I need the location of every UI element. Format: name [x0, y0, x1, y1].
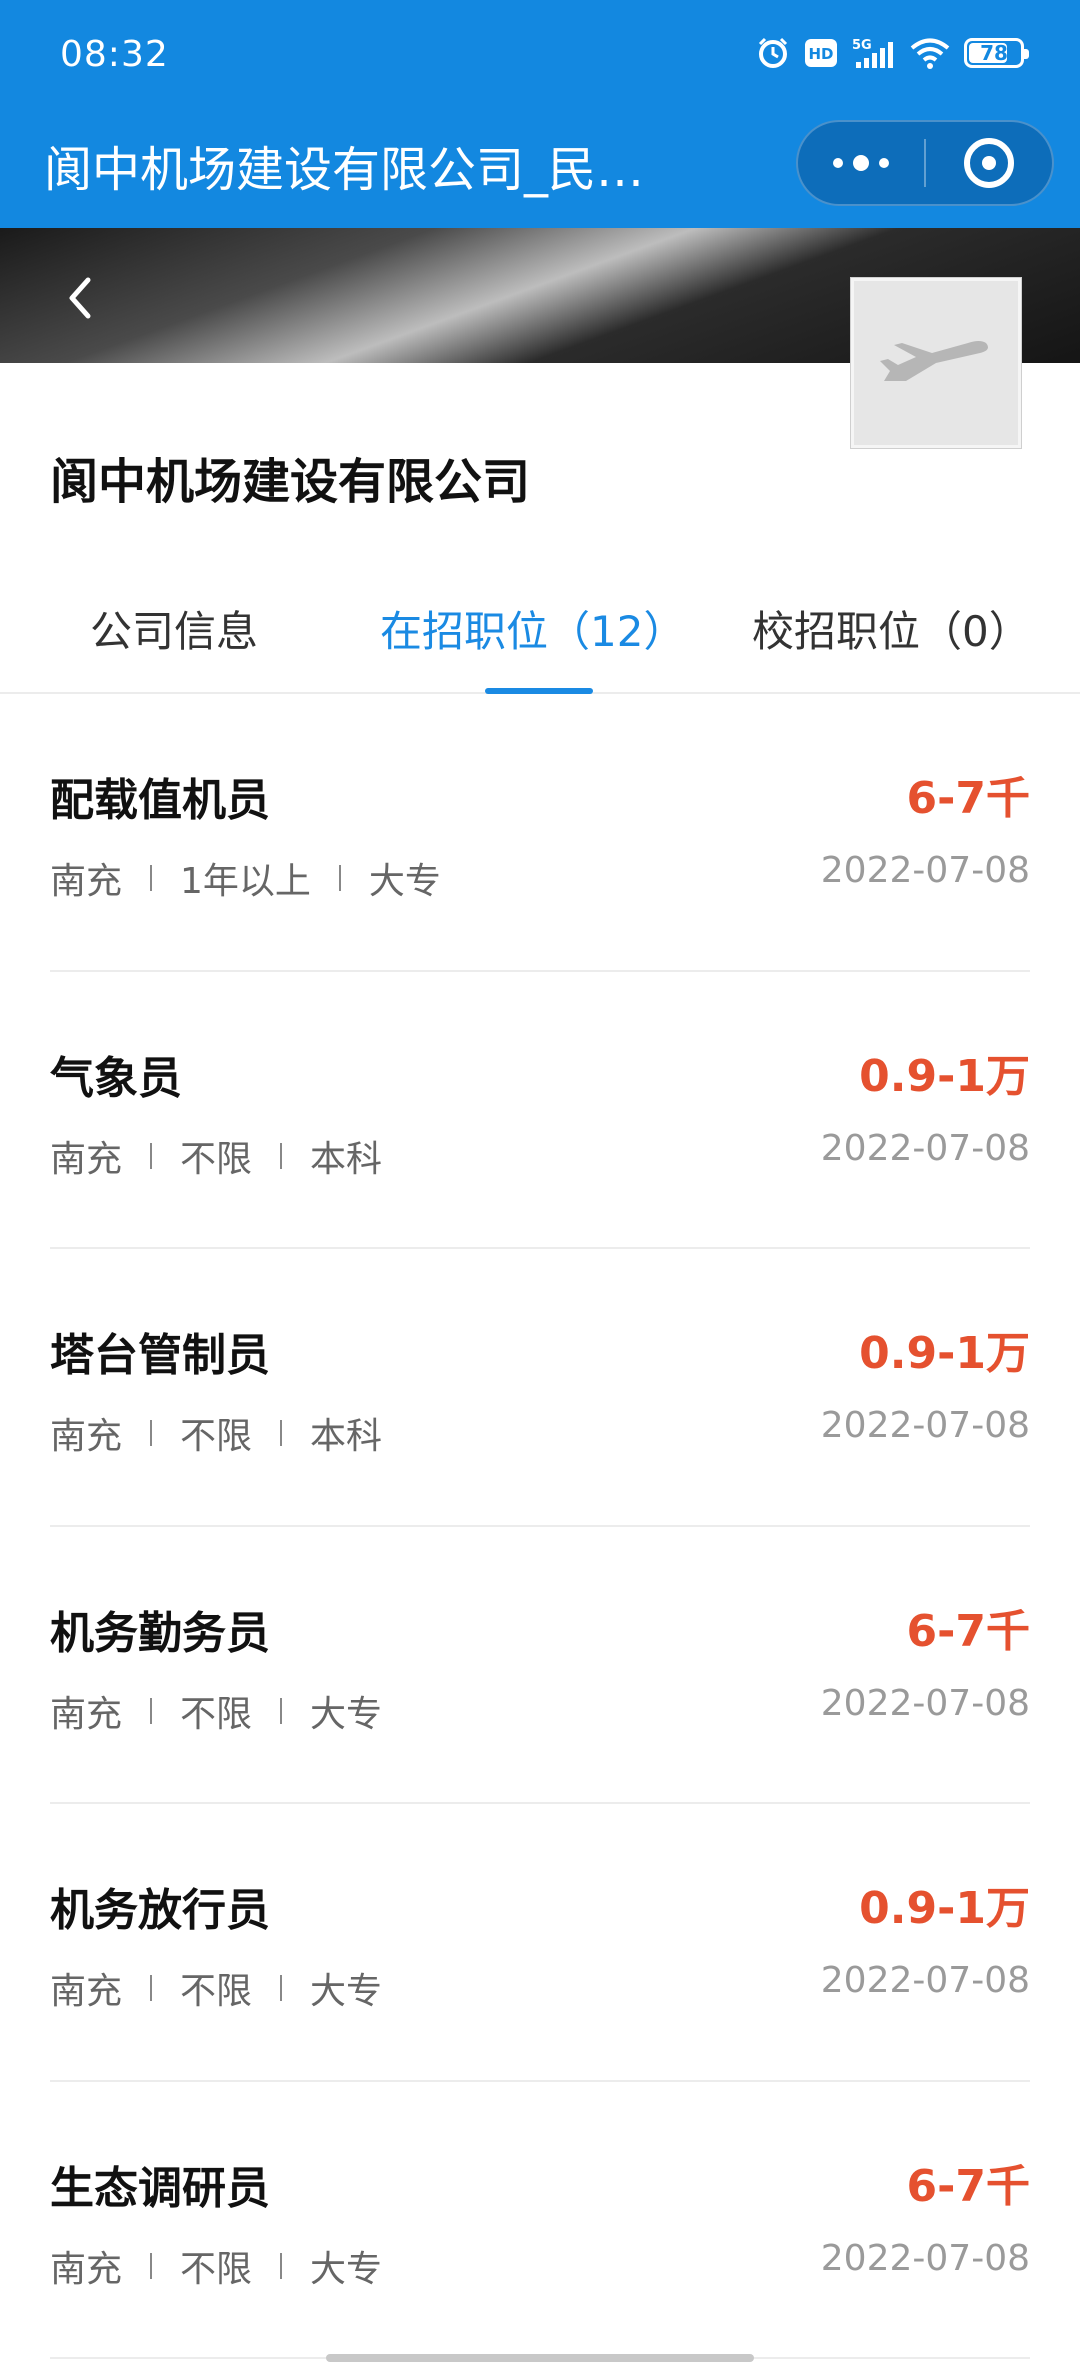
meta-divider — [150, 865, 153, 891]
job-meta: 南充 不限 本科 — [50, 1130, 382, 1182]
job-salary: 6-7千 — [906, 1605, 1031, 1657]
close-button[interactable] — [926, 122, 1052, 204]
job-education: 大专 — [368, 861, 441, 902]
meta-divider — [150, 1975, 153, 2001]
job-location: 南充 — [50, 861, 123, 902]
job-item[interactable]: 机务勤务员 6-7千 南充 不限 大专 2022-07-08 — [50, 1527, 1031, 1804]
home-indicator[interactable] — [326, 2354, 754, 2362]
company-logo — [850, 277, 1022, 449]
job-experience: 不限 — [180, 1693, 253, 1735]
job-date: 2022-07-08 — [820, 2237, 1030, 2279]
job-title: 配载值机员 — [50, 775, 270, 826]
job-date: 2022-07-08 — [820, 1405, 1030, 1446]
svg-text:HD: HD — [808, 45, 833, 63]
svg-text:5G: 5G — [852, 38, 872, 53]
meta-divider — [150, 1142, 153, 1169]
job-item[interactable]: 气象员 0.9-1万 南充 不限 本科 2022-07-08 — [50, 972, 1030, 1249]
job-salary: 6-7千 — [906, 2160, 1031, 2212]
job-meta: 南充 不限 大专 — [50, 1685, 382, 1737]
meta-divider — [280, 1697, 283, 1724]
job-location: 南充 — [50, 1971, 123, 2012]
job-education: 本科 — [310, 1138, 383, 1180]
tab-open-positions[interactable]: 在招职位（12） — [380, 598, 685, 659]
meta-divider — [150, 2252, 153, 2279]
more-dots-icon — [833, 155, 889, 171]
job-location: 南充 — [50, 2248, 123, 2290]
alarm-icon — [756, 36, 790, 70]
job-date: 2022-07-08 — [820, 1960, 1030, 2001]
more-button[interactable] — [798, 122, 924, 204]
meta-divider — [150, 1420, 153, 1446]
job-experience: 不限 — [180, 1138, 253, 1180]
status-icons: HD 5G 78 — [756, 36, 1029, 70]
job-salary: 0.9-1万 — [859, 1328, 1030, 1379]
airplane-icon — [880, 341, 988, 381]
job-item[interactable]: 塔台管制员 0.9-1万 南充 不限 本科 2022-07-08 — [50, 1249, 1030, 1527]
job-title: 机务勤务员 — [50, 1607, 270, 1659]
meta-divider — [280, 1142, 283, 1169]
job-location: 南充 — [50, 1138, 123, 1180]
job-location: 南充 — [50, 1693, 123, 1735]
job-title: 生态调研员 — [50, 2162, 270, 2214]
tab-campus-positions[interactable]: 校招职位（0） — [752, 598, 1031, 659]
chevron-left-icon — [69, 277, 91, 319]
mini-program-capsule — [796, 120, 1054, 206]
job-meta: 南充 1年以上 大专 — [50, 852, 441, 904]
job-experience: 不限 — [180, 1971, 253, 2012]
page-title: 阆中机场建设有限公司_民… — [44, 142, 645, 198]
job-date: 2022-07-08 — [820, 1127, 1030, 1169]
job-meta: 南充 不限 大专 — [50, 1962, 382, 2014]
job-education: 本科 — [310, 1416, 383, 1457]
meta-divider — [280, 1975, 283, 2001]
battery-icon: 78 — [964, 38, 1029, 68]
hd-icon: HD — [804, 38, 838, 68]
tab-bar: 公司信息 在招职位（12） 校招职位（0） — [0, 560, 1080, 694]
app-header: 08:32 HD 5G 78 阆中机场建设有限公司_民… — [0, 0, 1080, 228]
5g-signal-icon: 5G — [852, 36, 896, 70]
job-item[interactable]: 生态调研员 6-7千 南充 不限 大专 2022-07-08 — [50, 2082, 1031, 2359]
wifi-icon — [910, 37, 950, 69]
job-date: 2022-07-08 — [820, 1682, 1030, 1724]
job-salary: 0.9-1万 — [859, 1883, 1030, 1934]
job-date: 2022-07-08 — [820, 850, 1030, 891]
job-title: 气象员 — [50, 1052, 182, 1104]
job-item[interactable]: 机务放行员 0.9-1万 南充 不限 大专 2022-07-08 — [50, 1804, 1030, 2082]
battery-level: 78 — [980, 41, 1008, 65]
job-experience: 不限 — [180, 2248, 253, 2290]
back-button[interactable] — [56, 268, 106, 328]
tab-company-info[interactable]: 公司信息 — [90, 598, 258, 659]
job-meta: 南充 不限 大专 — [50, 2240, 382, 2292]
company-name: 阆中机场建设有限公司 — [50, 454, 531, 510]
meta-divider — [280, 1420, 283, 1446]
status-time: 08:32 — [60, 34, 169, 75]
job-experience: 1年以上 — [180, 861, 311, 902]
job-salary: 6-7千 — [906, 773, 1031, 824]
job-education: 大专 — [310, 1693, 383, 1735]
job-experience: 不限 — [180, 1416, 253, 1457]
meta-divider — [150, 1697, 153, 1724]
target-circle-icon — [964, 138, 1014, 188]
job-meta: 南充 不限 本科 — [50, 1407, 382, 1459]
meta-divider — [338, 865, 341, 891]
meta-divider — [280, 2252, 283, 2279]
job-item[interactable]: 配载值机员 6-7千 南充 1年以上 大专 2022-07-08 — [50, 694, 1030, 972]
job-education: 大专 — [310, 2248, 383, 2290]
job-salary: 0.9-1万 — [859, 1050, 1030, 1102]
job-title: 机务放行员 — [50, 1885, 270, 1936]
job-education: 大专 — [310, 1971, 383, 2012]
job-list: 配载值机员 6-7千 南充 1年以上 大专 2022-07-08 气象员 0.9… — [0, 694, 1080, 2359]
job-location: 南充 — [50, 1416, 123, 1457]
job-title: 塔台管制员 — [50, 1330, 270, 1381]
